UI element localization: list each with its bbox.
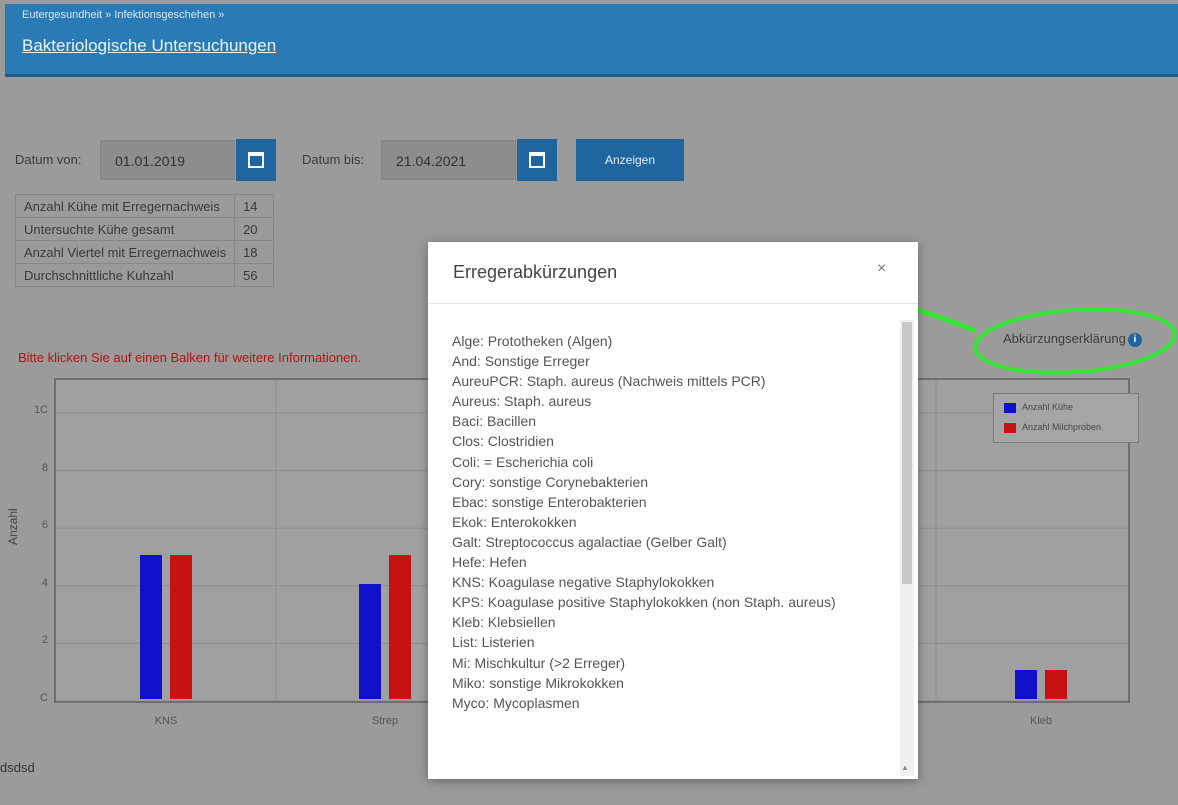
bar-kns-series-0[interactable] — [140, 555, 162, 699]
abbreviation-link[interactable]: Abkürzungserklärung i — [1003, 331, 1142, 347]
abbreviation-item: Baci: Bacillen — [452, 413, 537, 430]
legend-label: Anzahl Milchproben — [1022, 422, 1102, 432]
bar-strep-series-1[interactable] — [389, 555, 411, 699]
stats-table: Anzahl Kühe mit Erregernachweis 14 Unters… — [14, 194, 275, 287]
abbreviation-item: KPS: Koagulase positive Staphylokokken (… — [452, 594, 836, 611]
abbreviation-item: Kleb: Klebsiellen — [452, 614, 556, 631]
modal-divider — [428, 303, 918, 304]
abbreviation-modal: Erregerabkürzungen × Alge: Prototheken (… — [428, 242, 918, 779]
show-button[interactable]: Anzeigen — [576, 139, 684, 181]
date-from-label: Datum von: — [15, 152, 82, 167]
date-from-input[interactable]: 01.01.2019 — [100, 140, 235, 180]
abbreviation-item: Hefe: Hefen — [452, 554, 527, 571]
y-tick-label: 2 — [41, 634, 48, 647]
y-tick-label: C — [40, 692, 48, 704]
chart-hint: Bitte klicken Sie auf einen Balken für w… — [18, 350, 362, 365]
stat-label: Durchschnittliche Kuhzahl — [14, 263, 236, 287]
table-row: Anzahl Viertel mit Erregernachweis 18 — [14, 240, 275, 264]
bar-kns-series-1[interactable] — [170, 555, 192, 699]
stat-value: 18 — [234, 240, 275, 264]
date-to-input[interactable]: 21.04.2021 — [381, 140, 516, 180]
abbreviation-item: Galt: Streptococcus agalactiae (Gelber G… — [452, 533, 727, 550]
legend-item: Anzahl Milchproben — [1004, 422, 1101, 433]
abbreviation-item: Miko: sonstige Mikrokokken — [452, 674, 624, 691]
breadcrumb[interactable]: Eutergesundheit » Infektionsgeschehen » — [22, 9, 224, 21]
legend-swatch — [1004, 402, 1016, 413]
close-icon[interactable]: × — [877, 260, 886, 278]
table-row: Durchschnittliche Kuhzahl 56 — [14, 263, 275, 287]
y-tick-label: 4 — [41, 576, 48, 589]
stat-label: Untersuchte Kühe gesamt — [14, 217, 236, 241]
page-title[interactable]: Bakteriologische Untersuchungen — [22, 36, 276, 56]
legend-label: Anzahl Kühe — [1022, 402, 1074, 412]
stat-value: 14 — [234, 194, 275, 218]
abbreviation-item: Ekok: Enterokokken — [452, 513, 577, 530]
chart-legend: Anzahl Kühe Anzahl Milchproben — [993, 393, 1139, 443]
x-tick-label: Strep — [371, 715, 399, 727]
app-header: Eutergesundheit » Infektionsgeschehen » … — [5, 4, 1178, 77]
date-to-label: Datum bis: — [302, 152, 365, 167]
abbreviation-item: List: Listerien — [452, 634, 535, 651]
table-row: Anzahl Kühe mit Erregernachweis 14 — [14, 194, 275, 218]
calendar-icon — [529, 152, 545, 168]
y-tick-label: 8 — [41, 461, 48, 474]
table-row: Untersuchte Kühe gesamt 20 — [14, 217, 275, 241]
abbreviation-item: And: Sonstige Erreger — [452, 353, 590, 370]
abbreviation-item: Mi: Mischkultur (>2 Erreger) — [452, 654, 626, 671]
date-to-calendar-button[interactable] — [517, 139, 557, 181]
abbreviation-item: Alge: Prototheken (Algen) — [452, 333, 613, 349]
modal-body: Alge: Prototheken (Algen) And: Sonstige E… — [452, 331, 902, 713]
scrollbar-thumb[interactable] — [902, 322, 912, 584]
footer-text: dsdsd — [0, 760, 35, 775]
y-axis-title: Anzahl — [6, 508, 20, 545]
bar-kleb-series-0[interactable] — [1015, 670, 1037, 699]
bar-strep-series-0[interactable] — [359, 583, 381, 699]
abbreviation-item: Cory: sonstige Corynebakterien — [452, 473, 649, 490]
date-from-calendar-button[interactable] — [236, 139, 276, 181]
modal-title: Erregerabkürzungen — [453, 262, 618, 282]
stat-value: 56 — [234, 263, 275, 287]
abbreviation-item: Ebac: sonstige Enterobakterien — [452, 493, 647, 510]
calendar-icon — [248, 152, 264, 168]
abbreviation-item: Clos: Clostridien — [452, 433, 554, 450]
legend-swatch — [1004, 422, 1016, 433]
stat-label: Anzahl Kühe mit Erregernachweis — [14, 194, 236, 218]
bar-kleb-series-1[interactable] — [1045, 670, 1067, 699]
abbreviation-item: Coli: = Escherichia coli — [452, 453, 594, 470]
abbreviation-item: Aureus: Staph. aureus — [452, 393, 592, 410]
x-tick-label: Kleb — [1029, 715, 1053, 727]
abbreviation-link-label[interactable]: Abkürzungserklärung — [1003, 331, 1126, 346]
abbreviation-item: KNS: Koagulase negative Staphylokokken — [452, 574, 715, 591]
legend-item: Anzahl Kühe — [1004, 402, 1073, 413]
abbreviation-item: Myco: Mycoplasmen — [452, 694, 580, 711]
x-tick-label: KNS — [154, 715, 178, 727]
info-icon[interactable]: i — [1127, 332, 1142, 347]
stat-label: Anzahl Viertel mit Erregernachweis — [14, 240, 236, 264]
stat-value: 20 — [234, 217, 275, 241]
y-tick-label: 1C — [33, 404, 48, 416]
scroll-down-icon[interactable]: ▲ — [901, 763, 909, 772]
y-tick-label: 6 — [41, 519, 48, 532]
abbreviation-item: AureuPCR: Staph. aureus (Nachweis mittel… — [452, 373, 766, 390]
